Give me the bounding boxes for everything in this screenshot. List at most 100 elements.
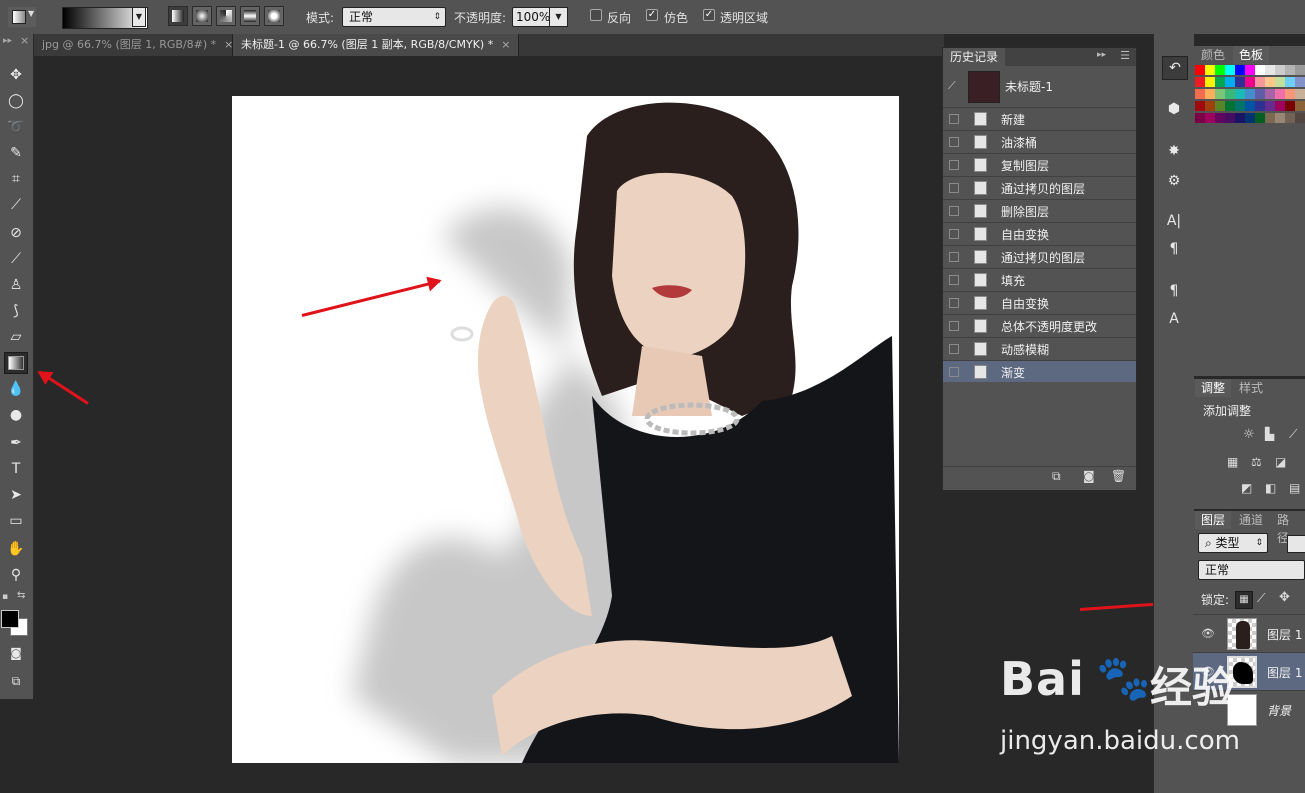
new-document-icon[interactable]: ⧉ <box>1052 469 1061 484</box>
blur-tool-icon[interactable]: 💧 <box>4 378 28 400</box>
color-swatch[interactable] <box>1275 101 1285 111</box>
gradient-tool-button[interactable] <box>4 352 28 374</box>
history-item[interactable]: 油漆桶 <box>943 130 1136 152</box>
clone-stamp-tool-icon[interactable]: ♙ <box>4 274 28 296</box>
brush-tool-icon[interactable]: ⟋ <box>4 248 28 270</box>
reverse-checkbox[interactable] <box>590 9 602 21</box>
color-swatch[interactable] <box>1265 101 1275 111</box>
foreground-color-swatch[interactable] <box>1 610 19 628</box>
rectangle-tool-icon[interactable]: ▭ <box>4 510 28 532</box>
color-swatch[interactable] <box>1215 101 1225 111</box>
blend-mode-select[interactable]: 正常 <box>1198 560 1305 580</box>
history-item[interactable]: 总体不透明度更改 <box>943 314 1136 336</box>
history-item[interactable]: 渐变 <box>943 360 1136 382</box>
dither-checkbox[interactable]: ✓ <box>646 9 658 21</box>
color-swatch[interactable] <box>1205 65 1215 75</box>
color-swatch[interactable] <box>1195 101 1205 111</box>
tab-document-1[interactable]: jpg @ 66.7% (图层 1, RGB/8#) * × <box>34 34 242 56</box>
eraser-tool-icon[interactable]: ▱ <box>4 326 28 348</box>
history-checkbox[interactable] <box>949 321 959 331</box>
color-swatch[interactable] <box>1205 113 1215 123</box>
tab-document-2[interactable]: 未标题-1 @ 66.7% (图层 1 副本, RGB/8/CMYK) * × <box>232 34 520 56</box>
history-item[interactable]: 通过拷贝的图层 <box>943 245 1136 267</box>
color-swatch[interactable] <box>1275 77 1285 87</box>
color-swatch[interactable] <box>1245 89 1255 99</box>
filter-image-icon[interactable] <box>1287 535 1305 553</box>
tool-preset-icon[interactable]: ⚙ <box>1162 170 1186 192</box>
color-swatch[interactable] <box>1255 101 1265 111</box>
color-swatch[interactable] <box>1195 89 1205 99</box>
history-checkbox[interactable] <box>949 206 959 216</box>
color-swatch[interactable] <box>1215 77 1225 87</box>
history-tab[interactable]: 历史记录 <box>943 48 1006 66</box>
gradient-map-icon[interactable]: ▤ <box>1289 481 1300 495</box>
default-colors-icon[interactable]: ▪ <box>2 592 8 602</box>
color-swatch[interactable] <box>1195 77 1205 87</box>
type-tool-icon[interactable]: T <box>4 458 28 480</box>
history-item[interactable]: 填充 <box>943 268 1136 290</box>
hand-tool-icon[interactable]: ✋ <box>4 538 28 560</box>
history-item[interactable]: 自由变换 <box>943 222 1136 244</box>
angle-gradient-button[interactable] <box>216 6 236 26</box>
swap-colors-icon[interactable]: ⇆ <box>17 590 25 601</box>
transparency-checkbox[interactable]: ✓ <box>703 9 715 21</box>
levels-icon[interactable]: ▙ <box>1265 427 1274 441</box>
color-swatch[interactable] <box>1265 65 1275 75</box>
quick-mask-icon[interactable]: ◙ <box>4 642 28 664</box>
history-checkbox[interactable] <box>949 114 959 124</box>
layer-row[interactable]: 👁 图层 1 <box>1193 614 1305 652</box>
color-swatch[interactable] <box>1215 65 1225 75</box>
color-swatch[interactable] <box>1205 101 1215 111</box>
pen-tool-icon[interactable]: ✒ <box>4 432 28 454</box>
visibility-eye-icon[interactable]: 👁 <box>1201 627 1215 640</box>
diamond-gradient-button[interactable] <box>264 6 284 26</box>
color-swatch[interactable] <box>1235 113 1245 123</box>
color-swatch[interactable] <box>1295 101 1305 111</box>
color-swatch[interactable] <box>1255 89 1265 99</box>
hue-icon[interactable]: ▦ <box>1227 455 1238 469</box>
color-swatch[interactable] <box>1225 101 1235 111</box>
color-swatch[interactable] <box>1235 89 1245 99</box>
crop-tool-icon[interactable]: ⌗ <box>4 168 28 190</box>
path-selection-tool-icon[interactable]: ➤ <box>4 484 28 506</box>
tab-color[interactable]: 颜色 <box>1195 46 1231 64</box>
tab-layers[interactable]: 图层 <box>1195 511 1232 529</box>
camera-icon[interactable]: ◙ <box>1083 469 1095 483</box>
balance-icon[interactable]: ⚖ <box>1251 455 1262 469</box>
history-checkbox[interactable] <box>949 252 959 262</box>
history-item[interactable]: 自由变换 <box>943 291 1136 313</box>
paragraph-styles-icon[interactable]: ¶ <box>1162 280 1186 302</box>
color-swatch[interactable] <box>1235 77 1245 87</box>
color-swatch[interactable] <box>1245 101 1255 111</box>
color-swatch[interactable] <box>1195 113 1205 123</box>
color-swatch[interactable] <box>1285 101 1295 111</box>
color-swatch[interactable] <box>1275 113 1285 123</box>
mode-select[interactable]: 正常 ⇕ <box>342 7 446 27</box>
color-swatch[interactable] <box>1285 89 1295 99</box>
3d-cube-icon[interactable]: ⬢ <box>1162 98 1186 120</box>
color-swatch[interactable] <box>1285 77 1295 87</box>
bw-icon[interactable]: ◪ <box>1275 455 1286 469</box>
zoom-tool-icon[interactable]: ⚲ <box>4 564 28 586</box>
opacity-dropdown-icon[interactable]: ▼ <box>549 7 568 27</box>
color-swatch[interactable] <box>1235 65 1245 75</box>
color-swatch[interactable] <box>1245 113 1255 123</box>
quick-selection-tool-icon[interactable]: ✎ <box>4 142 28 164</box>
color-swatch[interactable] <box>1215 113 1225 123</box>
character-styles-icon[interactable]: A <box>1162 308 1186 330</box>
collapse-icon[interactable]: ▸▸ <box>3 36 12 46</box>
history-checkbox[interactable] <box>949 344 959 354</box>
color-swatch[interactable] <box>1255 65 1265 75</box>
lock-paint-icon[interactable]: ⟋ <box>1257 591 1265 606</box>
color-swatch[interactable] <box>1195 65 1205 75</box>
marquee-tool-icon[interactable]: ◯ <box>4 90 28 112</box>
history-checkbox[interactable] <box>949 229 959 239</box>
history-item[interactable]: 新建 <box>943 107 1136 129</box>
expand-icon[interactable]: ▸▸ <box>1097 50 1106 60</box>
history-checkbox[interactable] <box>949 137 959 147</box>
color-swatch[interactable] <box>1275 89 1285 99</box>
color-swatch[interactable] <box>1245 65 1255 75</box>
lock-transparent-icon[interactable]: ▦ <box>1235 591 1253 609</box>
tab-paths[interactable]: 路径 <box>1271 511 1305 545</box>
lasso-tool-icon[interactable]: ➰ <box>4 116 28 138</box>
